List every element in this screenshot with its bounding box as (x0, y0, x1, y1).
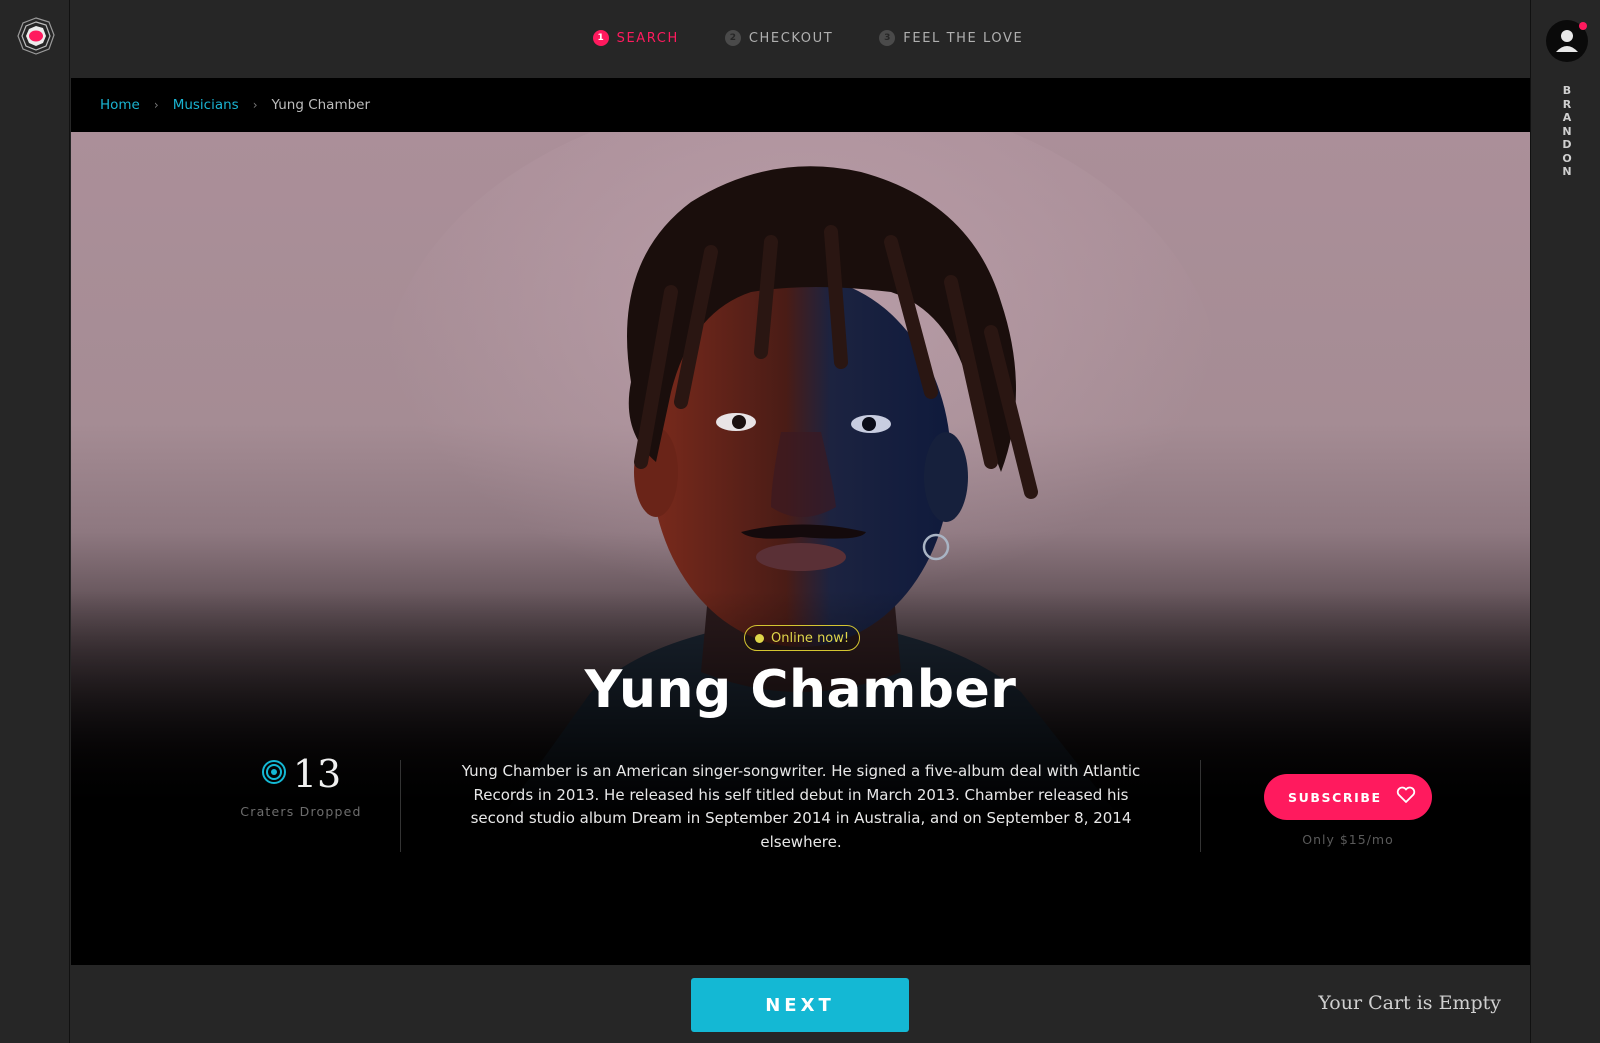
chevron-right-icon: › (252, 98, 258, 112)
subscribe-price: Only $15/mo (1302, 832, 1394, 847)
breadcrumb-musicians[interactable]: Musicians (173, 97, 239, 113)
notification-dot (1579, 22, 1587, 30)
step-number: 1 (592, 30, 609, 46)
craters-label: Craters Dropped (240, 804, 362, 819)
user-name-vertical[interactable]: BRANDON (1559, 84, 1575, 179)
step-label: SEARCH (616, 30, 679, 46)
step-number: 2 (724, 30, 741, 46)
right-rail: BRANDON (1530, 0, 1600, 1043)
breadcrumb: Home › Musicians › Yung Chamber (71, 78, 1530, 132)
steps-list: 1 SEARCH 2 CHECKOUT 3 FEEL THE LOVE (71, 30, 1530, 46)
online-dot-icon (755, 633, 764, 643)
cart-status[interactable]: Your Cart is Empty (1318, 992, 1501, 1014)
online-status-badge: Online now! (744, 625, 861, 651)
artist-bio: Yung Chamber is an American singer-songw… (461, 762, 1141, 851)
chevron-right-icon: › (153, 98, 159, 112)
breadcrumb-home[interactable]: Home (100, 97, 140, 113)
subscribe-button[interactable]: SUBSCRIBE (1264, 774, 1432, 820)
checkout-steps-bar: 1 SEARCH 2 CHECKOUT 3 FEEL THE LOVE (71, 0, 1530, 78)
step-search[interactable]: 1 SEARCH (592, 30, 679, 46)
divider (400, 760, 401, 852)
step-checkout[interactable]: 2 CHECKOUT (724, 30, 834, 46)
step-label: CHECKOUT (748, 30, 834, 46)
subscribe-label: SUBSCRIBE (1288, 789, 1382, 805)
footer-bar: NEXT Your Cart is Empty (71, 965, 1530, 1043)
online-status-text: Online now! (771, 630, 850, 646)
breadcrumb-current: Yung Chamber (271, 97, 371, 113)
artist-hero: Online now! Yung Chamber 13 Craters Drop… (71, 132, 1530, 965)
step-feel-the-love[interactable]: 3 FEEL THE LOVE (879, 30, 1023, 46)
divider (1200, 760, 1201, 852)
next-button[interactable]: NEXT (691, 978, 909, 1032)
left-rail (0, 0, 70, 1043)
craters-count: 13 (292, 752, 342, 796)
crater-logo-icon[interactable] (16, 16, 56, 56)
heart-icon (1396, 786, 1416, 808)
user-avatar-icon[interactable] (1546, 20, 1588, 62)
craters-stat: 13 Craters Dropped (201, 752, 401, 819)
step-number: 3 (879, 30, 896, 46)
step-label: FEEL THE LOVE (903, 30, 1024, 46)
artist-name-heading: Yung Chamber (584, 660, 1017, 720)
crater-icon (261, 759, 287, 789)
